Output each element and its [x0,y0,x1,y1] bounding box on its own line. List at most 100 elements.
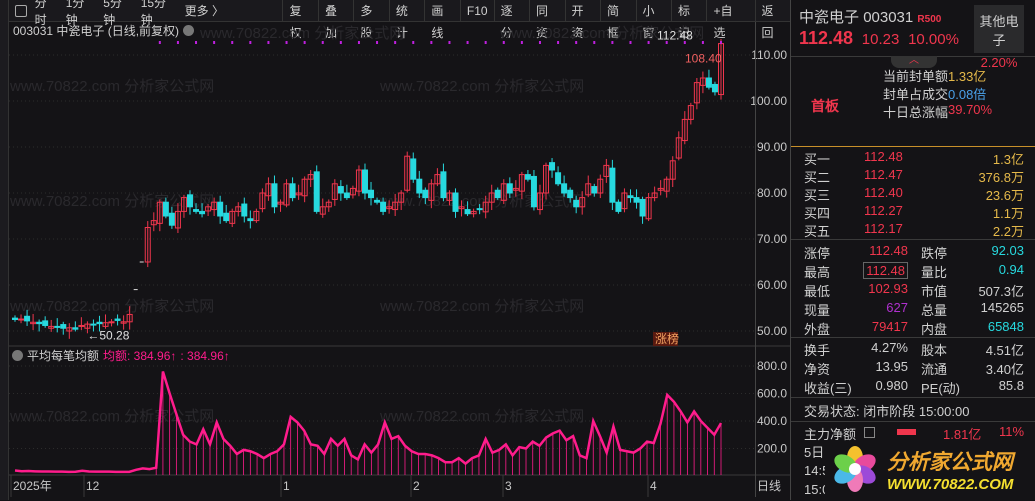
signal-dot [520,41,523,44]
xaxis-label: 2 [413,479,420,493]
low-annotation: ←50.28 [87,329,129,343]
limit-up-badge: 涨榜 [655,331,679,346]
candle-body [247,218,254,222]
toolbar-button-0[interactable]: 复权 [282,0,317,40]
toolbar-button-9[interactable]: 简框 [600,0,635,40]
candle-body [78,324,85,327]
signal-dot [466,41,469,44]
signal-dot [593,41,596,44]
quote-panel: 中瓷电子 003031 R500 112.48 10.23 10.00% 其他电… [790,0,1035,500]
candle-body [42,320,49,326]
toolbar-button-5[interactable]: F10 [459,0,494,22]
tf-more[interactable]: 更多 〉 [185,2,224,19]
signal-dot [611,41,614,44]
signal-dot [303,41,306,44]
signal-dot [647,41,650,44]
left-tab-strip[interactable] [0,0,9,500]
candle-body [494,189,501,199]
indicator-legend: 平均每笔均额 均额: 384.96↑ : 384.96↑ [12,347,230,364]
signal-dot [195,41,198,44]
toolbar-button-11[interactable]: 标记 [670,0,706,40]
high-annotation: 112.48 [657,29,693,43]
signal-dot [484,41,487,44]
signal-dot [158,41,161,44]
toolbar-button-7[interactable]: 同资 [529,0,564,40]
signal-dot [412,41,415,44]
toolbar-button-12[interactable]: +自选 [706,0,748,40]
toolbar-button-1[interactable]: 叠加 [317,0,353,40]
ind-line [14,371,723,474]
list-icon[interactable] [864,427,875,438]
signal-dot [231,41,234,44]
kline-chart[interactable]: 110.00100.0090.0080.0070.0060.0050.00800… [9,22,790,500]
signal-dot [448,41,451,44]
candle-body [549,162,556,171]
bid-row[interactable]: 买二 112.47 376.8万 [791,167,1035,186]
candle-body [72,327,79,330]
candle-body [90,323,97,326]
candle-body [530,175,537,208]
signal-dot [267,41,270,44]
candle-body [186,194,193,208]
stat-row: 涨停 112.48 跌停 92.03 [804,243,1024,261]
candle-body [609,167,616,203]
candle-body [343,192,350,199]
candle-body [524,174,531,180]
candle-body [24,315,31,322]
toolbar: 分时 1分钟 5分钟 15分钟 更多 〉 复权 叠加 多股 统计 画线 F10 逐分 同资 开资… [9,0,790,40]
candle-body [114,318,121,321]
xaxis-label: 4 [650,479,657,493]
candle-body [241,203,248,217]
candle-body [440,171,447,199]
stock-name-code: 中瓷电子 003031 R500 [799,9,942,26]
toolbar-button-6[interactable]: 逐分 [493,0,529,40]
signal-dot [357,41,360,44]
candle-body [380,201,387,212]
signal-dot [376,41,379,44]
candle-body [452,192,459,212]
candle-body [476,208,483,211]
candle-body [506,183,513,194]
candle-body [54,325,61,328]
candle-body [337,186,344,194]
toolbar-button-8[interactable]: 开资 [564,0,600,40]
indicator-toggle-icon[interactable] [12,350,23,361]
fund-row: 换手 4.27% 股本 4.51亿 [804,340,1024,358]
candle-body [368,189,375,199]
bid-row[interactable]: 买一 112.48 1.3亿 [791,149,1035,168]
signal-dot [701,41,704,44]
signal-dot [176,41,179,44]
candle-body [168,212,175,226]
candle-body [422,189,429,199]
candle-body [416,178,423,194]
toolbar-button-3[interactable]: 统计 [388,0,424,40]
stat-row: 外盘 79417 内盘 65848 [804,319,1024,337]
bid-row[interactable]: 买五 112.17 2.2万 [791,221,1035,240]
fund-row: 收益(三) 0.980 PE(动) 85.8 [804,378,1024,396]
bid-row[interactable]: 买四 112.27 1.1万 [791,203,1035,222]
toolbar-button-2[interactable]: 多股 [353,0,388,40]
toolbar-button-10[interactable]: 小窗 [635,0,671,40]
bid-row[interactable]: 买三 112.40 23.6万 [791,185,1035,204]
signal-dot [502,41,505,44]
stat-row: 现量 627 总量 145265 [804,300,1024,318]
window-icon[interactable] [15,4,27,17]
prev-annotation: 108.40 [685,51,722,65]
xaxis-label: 1 [283,479,290,493]
candle-body [223,212,230,222]
toolbar-button-4[interactable]: 画线 [424,0,459,40]
sector-box[interactable]: 其他电子 2.20% [974,5,1024,70]
candle-body [60,324,67,329]
candle-body [591,186,598,194]
candle-body [108,321,115,324]
candle-body [162,201,169,217]
signal-dot [538,41,541,44]
trade-status: 交易状态: 闭市阶段 15:00:00 [804,404,970,419]
candle-body [193,209,200,212]
candle-body [313,171,320,212]
signal-dot [339,41,342,44]
candle-body [627,195,634,199]
candle-body [271,183,278,208]
candle-body [639,198,646,217]
toolbar-button-13[interactable]: 返回 [754,0,790,40]
